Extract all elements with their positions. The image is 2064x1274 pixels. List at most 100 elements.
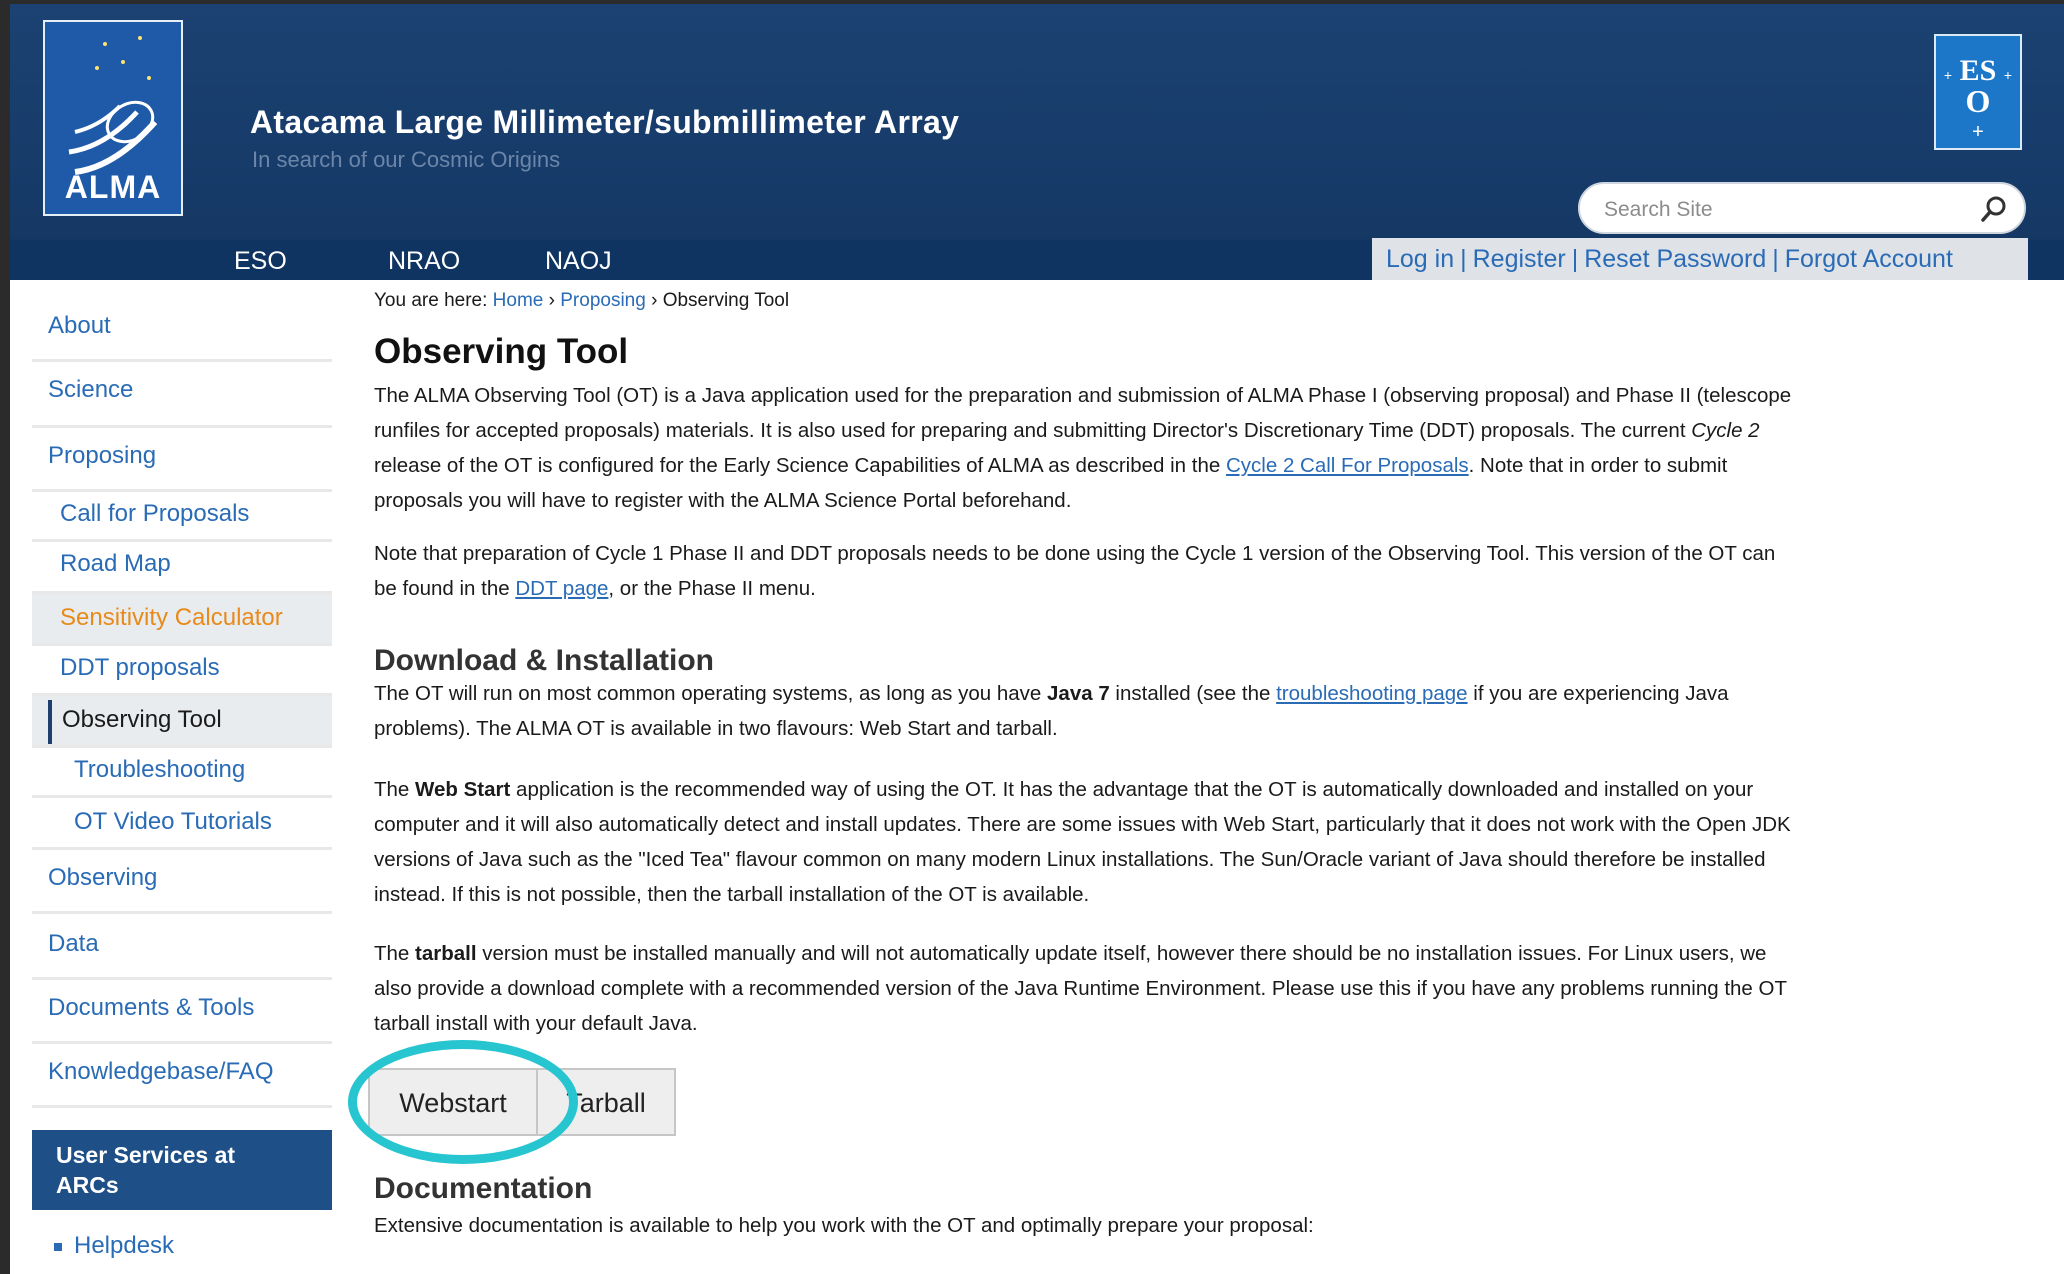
ddt-page-link[interactable]: DDT page — [515, 577, 608, 600]
documentation-paragraph: Extensive documentation is available to … — [374, 1208, 2004, 1243]
svg-text:+: + — [1972, 121, 1984, 143]
breadcrumb-home[interactable]: Home — [493, 290, 544, 311]
sidebar-item-label: Knowledgebase/FAQ — [48, 1058, 274, 1085]
text-line: computer and it will also automatically … — [374, 813, 1791, 836]
text-line: also provide a download complete with a … — [374, 977, 1787, 1000]
sidebar-item-label: Proposing — [48, 442, 157, 469]
sidebar-item-about[interactable]: About — [32, 300, 332, 362]
nav-naoj[interactable]: NAOJ — [545, 247, 612, 276]
sidebar-item-documents-tools[interactable]: Documents & Tools — [32, 980, 332, 1044]
text: . Note that in order to submit — [1468, 454, 1728, 477]
alma-logo-text: ALMA — [64, 169, 162, 205]
text: The OT will run on most common operating… — [374, 682, 1048, 705]
svg-text:+: + — [1944, 67, 1952, 83]
alma-logo[interactable]: ALMA — [43, 20, 183, 216]
text: application is the recommended way of us… — [510, 778, 1754, 801]
text-line: release of the OT is configured for the … — [374, 448, 2004, 483]
webstart-bold: Web Start — [415, 778, 511, 801]
breadcrumb-proposing[interactable]: Proposing — [560, 290, 646, 311]
helpdesk-link[interactable]: Helpdesk — [54, 1232, 174, 1260]
text-line: tarball install with your default Java. — [374, 1012, 698, 1035]
text-line: problems). The ALMA OT is available in t… — [374, 717, 1058, 740]
intro-paragraph: The ALMA Observing Tool (OT) is a Java a… — [374, 378, 2004, 518]
tarball-paragraph: The tarball version must be installed ma… — [374, 936, 2004, 1041]
sidebar-item-label: DDT proposals — [60, 654, 220, 681]
sidebar-item-observing[interactable]: Observing — [32, 850, 332, 914]
text-line: versions of Java such as the "Iced Tea" … — [374, 848, 1766, 871]
text-line: proposals you will have to register with… — [374, 489, 1072, 512]
breadcrumb: You are here: Home › Proposing › Observi… — [374, 290, 789, 312]
separator: | — [1571, 245, 1579, 273]
search-input[interactable] — [1602, 194, 1966, 226]
text-line: Extensive documentation is available to … — [374, 1214, 1314, 1237]
eso-emblem-icon: ES O + + + — [1944, 54, 2012, 143]
nav-nrao[interactable]: NRAO — [388, 247, 460, 276]
page-title: Observing Tool — [374, 332, 629, 371]
sidebar-item-observing-tool[interactable]: Observing Tool — [32, 696, 332, 748]
text-line: Note that preparation of Cycle 1 Phase I… — [374, 542, 1776, 565]
sidebar-item-proposing[interactable]: Proposing — [32, 428, 332, 492]
text: release of the OT is configured for the … — [374, 454, 1226, 477]
eso-logo[interactable]: ES O + + + — [1934, 34, 2022, 150]
text-line: The ALMA Observing Tool (OT) is a Java a… — [374, 384, 1792, 407]
text: The — [374, 942, 416, 965]
site-title[interactable]: Atacama Large Millimeter/submillimeter A… — [250, 104, 959, 141]
text-line: The tarball version must be installed ma… — [374, 936, 2004, 971]
sidebar-item-ot-video-tutorials[interactable]: OT Video Tutorials — [32, 798, 332, 850]
text-line: The OT will run on most common operating… — [374, 676, 2004, 711]
sidebar-item-sensitivity-calculator[interactable]: Sensitivity Calculator — [32, 594, 332, 646]
sidebar-item-label: Sensitivity Calculator — [60, 604, 283, 631]
highlight-circle — [348, 1040, 578, 1164]
site-subtitle: In search of our Cosmic Origins — [252, 147, 561, 172]
breadcrumb-current: Observing Tool — [662, 290, 790, 311]
forgot-account-link[interactable]: Forgot Account — [1785, 245, 1953, 273]
cycle-text: Cycle 2 — [1691, 419, 1760, 442]
text: if you are experiencing Java — [1467, 682, 1729, 705]
separator: | — [1772, 245, 1779, 273]
sidebar-item-data[interactable]: Data — [32, 914, 332, 980]
cycle1-paragraph: Note that preparation of Cycle 1 Phase I… — [374, 536, 2004, 606]
nav-eso[interactable]: ESO — [234, 247, 287, 276]
java-version: Java 7 — [1047, 682, 1110, 705]
separator: | — [1460, 245, 1467, 273]
sidebar-item-label: OT Video Tutorials — [74, 808, 272, 835]
webstart-paragraph: The Web Start application is the recomme… — [374, 772, 2004, 912]
text-line: be found in the DDT page, or the Phase I… — [374, 571, 2004, 606]
sidebar-item-road-map[interactable]: Road Map — [32, 542, 332, 594]
sidebar-item-label: Documents & Tools — [48, 994, 255, 1021]
register-link[interactable]: Register — [1473, 245, 1566, 273]
sidebar-item-label: Observing — [48, 864, 158, 891]
text: be found in the — [374, 577, 516, 600]
sidebar-item-troubleshooting[interactable]: Troubleshooting — [32, 748, 332, 798]
troubleshooting-link[interactable]: troubleshooting page — [1276, 682, 1468, 705]
text-line: runfiles for accepted proposals) materia… — [374, 413, 2004, 448]
text: , or the Phase II menu. — [608, 577, 816, 600]
breadcrumb-separator: › — [651, 290, 658, 311]
text: The — [374, 778, 416, 801]
login-link[interactable]: Log in — [1386, 245, 1454, 273]
sidebar-item-call-for-proposals[interactable]: Call for Proposals — [32, 492, 332, 542]
documentation-heading: Documentation — [374, 1172, 593, 1205]
user-services-line: User Services at — [56, 1142, 236, 1168]
account-links: Log in | Register | Reset Password | Forgot Ac… — [1386, 245, 1953, 274]
sidebar-item-label: Troubleshooting — [74, 756, 246, 783]
svg-text:+: + — [2004, 67, 2012, 83]
cycle2-cfp-link[interactable]: Cycle 2 Call For Proposals — [1226, 454, 1469, 477]
sidebar-item-label: Road Map — [60, 550, 171, 577]
reset-password-link[interactable]: Reset Password — [1584, 245, 1766, 273]
sidebar-item-label: Data — [48, 930, 99, 957]
sidebar-item-label: Observing Tool — [62, 706, 222, 733]
text-line: The Web Start application is the recomme… — [374, 772, 2004, 807]
text: runfiles for accepted proposals) materia… — [374, 419, 1692, 442]
svg-text:O: O — [1966, 83, 1991, 119]
sidebar-item-ddt-proposals[interactable]: DDT proposals — [32, 646, 332, 696]
breadcrumb-prefix: You are here: — [374, 290, 488, 311]
search-box — [1578, 182, 2026, 234]
user-services-heading: User Services at ARCs — [32, 1130, 332, 1210]
sidebar-item-label: Call for Proposals — [60, 500, 250, 527]
search-icon[interactable] — [1980, 195, 2008, 223]
sidebar-item-label: About — [48, 312, 111, 339]
sidebar-item-science[interactable]: Science — [32, 362, 332, 428]
tarball-bold: tarball — [415, 942, 477, 965]
sidebar-item-knowledgebase[interactable]: Knowledgebase/FAQ — [32, 1044, 332, 1108]
